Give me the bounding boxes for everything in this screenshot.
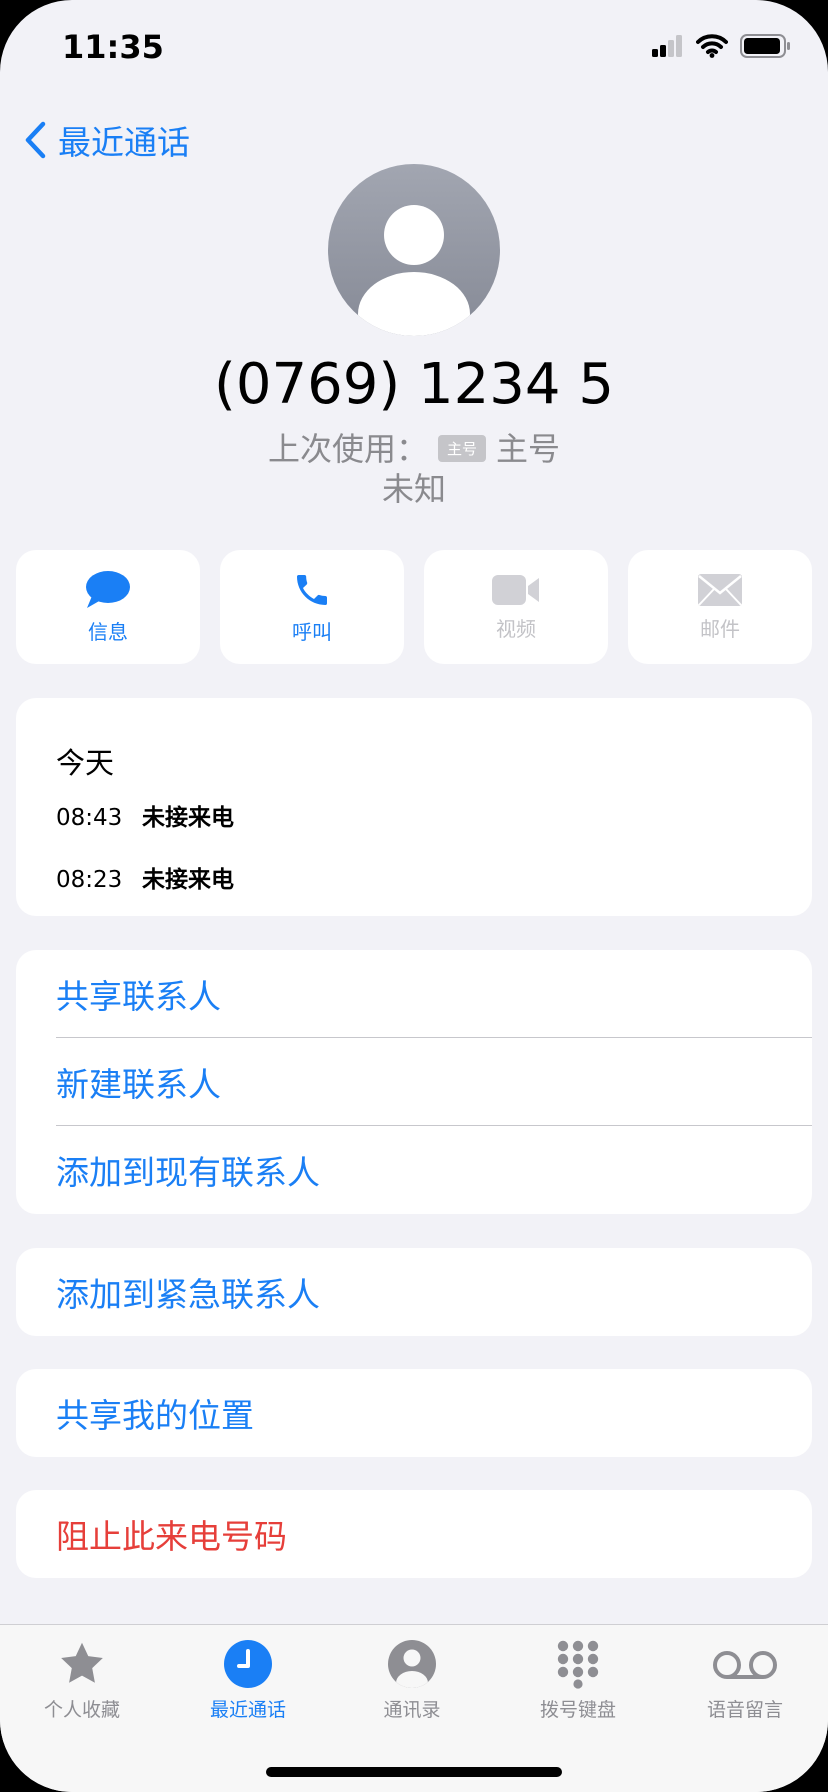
contact-options-card: 共享联系人 新建联系人 添加到现有联系人 [16,950,812,1214]
call-history-card: 今天 08:43 未接来电 08:23 未接来电 [16,698,812,916]
block-caller-row[interactable]: 阻止此来电号码 [16,1490,812,1578]
action-row: 信息 呼叫 视频 邮件 [16,550,812,664]
caller-status: 未知 [381,470,446,508]
person-silhouette-icon [358,205,470,336]
message-bubble-icon [86,570,130,608]
envelope-icon [698,573,742,606]
emergency-card: 添加到紧急联系人 [16,1248,812,1336]
mail-label: 邮件 [700,616,740,641]
phone-number: (0769) 1234 5 [214,352,614,417]
battery-icon [740,34,790,58]
phone-screen: 11:35 最近通话 (0769) 1234 5 上次使用： 主号 主号 未知 … [0,0,828,1792]
last-used-prefix: 上次使用： [267,430,428,468]
call-time: 08:23 [56,867,123,893]
tab-keypad[interactable]: 拨号键盘 [503,1639,653,1722]
tab-label: 语音留言 [706,1699,783,1721]
add-to-existing-contact-row[interactable]: 添加到现有联系人 [16,1126,812,1214]
tab-label: 拨号键盘 [539,1699,616,1721]
message-button[interactable]: 信息 [16,550,200,664]
tab-favorites[interactable]: 个人收藏 [7,1639,157,1722]
tab-contacts[interactable]: 通讯录 [337,1639,487,1722]
status-icons [652,34,792,58]
status-time: 11:35 [62,28,164,66]
keypad-icon [557,1640,599,1689]
cellular-signal-icon [652,35,682,57]
avatar [328,164,500,336]
add-emergency-contact-row[interactable]: 添加到紧急联系人 [16,1248,812,1336]
home-indicator[interactable] [266,1767,562,1777]
chevron-left-icon [25,121,46,159]
tab-label: 通讯录 [383,1699,441,1721]
location-card: 共享我的位置 [16,1369,812,1457]
message-label: 信息 [88,619,128,644]
block-card: 阻止此来电号码 [16,1490,812,1578]
call-history-row: 08:23 未接来电 [56,860,234,894]
back-button[interactable]: 最近通话 [24,116,190,164]
tab-voicemail[interactable]: 语音留言 [670,1639,820,1722]
mail-button[interactable]: 邮件 [628,550,812,664]
share-contact-row[interactable]: 共享联系人 [16,950,812,1038]
call-time: 08:43 [56,805,123,831]
call-status: 未接来电 [142,867,234,893]
tab-label: 个人收藏 [43,1699,120,1721]
back-label: 最近通话 [58,123,190,162]
call-status: 未接来电 [142,805,234,831]
share-location-row[interactable]: 共享我的位置 [16,1369,812,1457]
call-history-row: 08:43 未接来电 [56,798,234,832]
person-circle-icon [388,1640,436,1688]
history-day: 今天 [56,746,115,780]
video-label: 视频 [496,616,536,641]
wifi-icon [696,34,728,58]
clock-icon [224,1640,272,1688]
line-tag-badge: 主号 [437,434,486,462]
star-icon [61,1642,103,1683]
video-camera-icon [492,574,539,605]
tab-recents[interactable]: 最近通话 [173,1639,323,1722]
voicemail-icon [713,1651,777,1679]
new-contact-row[interactable]: 新建联系人 [16,1038,812,1126]
call-label: 呼叫 [292,619,332,644]
phone-icon [297,574,327,605]
call-button[interactable]: 呼叫 [220,550,404,664]
video-button[interactable]: 视频 [424,550,608,664]
line-name: 主号 [496,430,561,468]
tab-label: 最近通话 [209,1699,286,1721]
